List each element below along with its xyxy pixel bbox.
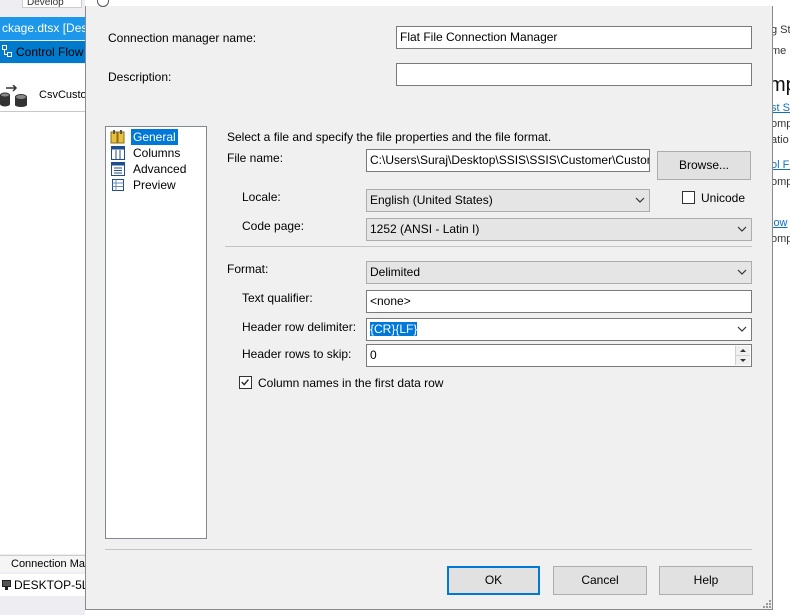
header-rows-to-skip-value: 0 [370,348,377,362]
data-flow-task-icon [0,85,27,107]
control-flow-icon [2,45,12,57]
right-panel-text: omp [773,233,790,245]
right-panel-link[interactable]: low [773,217,788,229]
advanced-icon [111,162,125,176]
chevron-down-icon [737,269,747,275]
header-row-delimiter-dropdown[interactable]: {CR}{LF} [366,318,752,341]
connection-manager-label: DESKTOP-5LL [14,578,85,592]
code-page-dropdown[interactable]: 1252 (ANSI - Latin I) [366,218,752,241]
nav-item-label: General [131,129,178,145]
nav-item-label: Advanced [133,162,187,176]
connection-icon [2,580,11,590]
cancel-button[interactable]: Cancel [553,566,647,595]
toolbar-dropdown[interactable]: Develop [22,0,82,8]
preview-icon [112,179,124,191]
header-rows-to-skip-label: Header rows to skip: [242,347,352,361]
format-label: Format: [227,262,269,276]
checkmark-icon [241,379,249,386]
file-name-input[interactable]: C:\Users\Suraj\Desktop\SSIS\SSIS\Custome… [366,149,650,172]
spin-up-icon[interactable] [736,346,750,356]
vs-right-panel: g St me mp st S omp atio ol Fl omp low o… [773,0,790,615]
page-navigation-list: General Columns Advanced Preview [105,126,207,539]
right-panel-text: me [773,45,787,57]
locale-value: English (United States) [370,193,493,207]
right-panel-text: atio [773,134,789,146]
dialog-title-bar [85,0,773,7]
package-document-tab[interactable]: ckage.dtsx [Des [0,17,85,40]
unicode-checkbox[interactable] [682,191,695,204]
code-page-value: 1252 (ANSI - Latin I) [370,222,480,236]
header-row-delimiter-value: {CR}{LF} [370,322,418,336]
help-button[interactable]: Help [659,566,753,595]
locale-label: Locale: [242,190,281,204]
columns-icon [111,146,125,160]
description-input[interactable] [396,63,752,86]
control-flow-tab[interactable]: Control Flow [0,41,85,63]
connection-manager-name-input[interactable]: Flat File Connection Manager [396,26,752,49]
browse-button[interactable]: Browse... [657,151,751,180]
unicode-label: Unicode [701,191,746,205]
nav-item-label: Columns [133,146,181,160]
csv-task-label: CsvCustor [39,89,85,101]
spin-buttons[interactable] [735,346,750,365]
chevron-down-icon [737,326,747,332]
text-qualifier-input[interactable]: <none> [366,290,752,313]
right-panel-text: omp [773,176,790,188]
column-names-label: Column names in the first data row [258,376,444,390]
right-panel-text: g St [773,24,790,36]
format-dropdown[interactable]: Delimited [366,261,752,284]
right-panel-text: omp [773,118,790,130]
vs-bottom-strip [0,596,85,615]
description-label: Description: [108,70,172,84]
connection-manager-name-label: Connection manager name: [108,31,257,45]
control-flow-label: Control Flow [16,45,84,59]
right-panel-link[interactable]: st S [773,102,790,114]
header-rows-to-skip-stepper[interactable]: 0 [366,344,752,367]
text-qualifier-label: Text qualifier: [242,291,313,305]
code-page-label: Code page: [242,219,305,233]
section-divider [225,246,752,247]
dialog-app-icon [97,0,109,7]
header-row-delimiter-label: Header row delimiter: [242,320,357,334]
csv-task-box[interactable]: CsvCustor [0,80,85,112]
design-surface [0,64,85,554]
connection-managers-tab[interactable]: Connection Ma [0,555,85,572]
chevron-down-icon [737,226,747,232]
instruction-text: Select a file and specify the file prope… [227,130,552,144]
chevron-down-icon [635,197,645,203]
footer-divider [105,549,752,550]
connection-manager-item[interactable]: DESKTOP-5LL [0,574,85,596]
ok-button[interactable]: OK [447,566,540,595]
right-panel-link[interactable]: ol Fl [773,159,790,171]
general-icon [110,130,125,144]
locale-dropdown[interactable]: English (United States) [366,189,650,212]
column-names-checkbox[interactable] [239,376,252,389]
resize-grip-icon[interactable] [760,598,772,609]
spin-down-icon[interactable] [736,356,750,365]
right-panel-heading: mp [773,74,790,96]
file-name-label: File name: [227,151,284,165]
nav-item-label: Preview [133,178,176,192]
format-value: Delimited [370,265,421,279]
